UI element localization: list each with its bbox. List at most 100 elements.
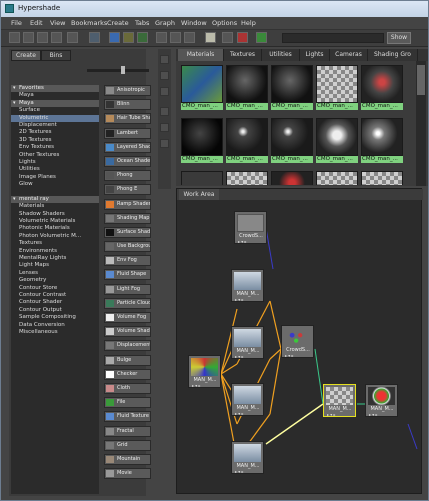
tree-item[interactable]: Env Textures: [11, 144, 99, 151]
tab-utilities[interactable]: Utilities: [262, 49, 300, 61]
material-swatch[interactable]: CMO_man_...: [226, 118, 268, 163]
shading-node[interactable]: CrowdS... ▸ ▾ ▸: [281, 325, 314, 358]
tree-item[interactable]: Photonic Materials: [11, 225, 99, 232]
tree-category[interactable]: ▾ Favorites: [11, 85, 99, 93]
material-scrollbar[interactable]: [416, 61, 426, 186]
tree-item[interactable]: Shadow Shaders: [11, 211, 99, 218]
material-swatch[interactable]: [316, 171, 358, 185]
view-icon-1[interactable]: [160, 55, 169, 64]
tab-bins[interactable]: Bins: [41, 50, 71, 61]
scrollbar-thumb[interactable]: [417, 65, 425, 95]
node-ports-icon[interactable]: ▸ ▾ ▸: [235, 355, 261, 359]
layout-split-icon[interactable]: [67, 32, 78, 43]
output-connections-icon[interactable]: [184, 32, 195, 43]
tree-item[interactable]: Photon Volumetric M...: [11, 233, 99, 240]
menu-help[interactable]: Help: [241, 19, 256, 27]
input-connections-icon[interactable]: [156, 32, 167, 43]
tree-item[interactable]: 2D Textures: [11, 129, 99, 136]
create-node-button[interactable]: Env Fog: [104, 255, 151, 267]
create-node-button[interactable]: Phong E: [104, 184, 151, 196]
material-swatch[interactable]: [271, 171, 313, 185]
tree-item[interactable]: Maya: [11, 92, 99, 99]
tree-item[interactable]: Volumetric Materials: [11, 218, 99, 225]
material-swatch[interactable]: CMO_man_...: [271, 65, 313, 110]
shading-node[interactable]: CrowdS... ▸ ▾ ▸: [234, 211, 267, 244]
tree-item[interactable]: Image Planes: [11, 174, 99, 181]
create-node-button[interactable]: Cloth: [104, 382, 151, 394]
view-icon-5[interactable]: [160, 123, 169, 132]
material-swatch[interactable]: CMO_man_...: [361, 118, 403, 163]
node-ports-icon[interactable]: ▸ ▾ ▸: [327, 413, 353, 417]
material-swatch[interactable]: CMO_man_...: [226, 65, 268, 110]
create-node-button[interactable]: Checker: [104, 368, 151, 380]
tree-item[interactable]: MentalRay Lights: [11, 255, 99, 262]
create-node-button[interactable]: Surface Shader: [104, 226, 151, 238]
menu-create[interactable]: Create: [107, 19, 129, 27]
material-swatch[interactable]: CMO_man_...: [181, 118, 223, 163]
render-icon[interactable]: [205, 32, 216, 43]
layout-bottom-icon[interactable]: [37, 32, 48, 43]
create-node-button[interactable]: Particle Cloud: [104, 297, 151, 309]
tree-item[interactable]: 3D Textures: [11, 137, 99, 144]
menu-window[interactable]: Window: [181, 19, 207, 27]
create-node-button[interactable]: Fluid Texture 2D: [104, 411, 151, 423]
node-ports-icon[interactable]: ▸ ▾ ▸: [235, 470, 261, 474]
layout-top-icon[interactable]: [23, 32, 34, 43]
shading-node[interactable]: MAN_M... ▸ ▾ ▸: [231, 383, 264, 416]
menu-file[interactable]: File: [11, 19, 22, 27]
grid-view-icon[interactable]: [89, 32, 100, 43]
shading-node[interactable]: MAN_M... ▸ ▾ ▸: [231, 269, 264, 302]
tree-item[interactable]: Utilities: [11, 166, 99, 173]
view-icon-4[interactable]: [160, 107, 169, 116]
node-ports-icon[interactable]: ▸ ▾ ▸: [285, 354, 311, 358]
create-node-button[interactable]: Volume Fog: [104, 312, 151, 323]
graph-materials-icon[interactable]: [109, 32, 120, 43]
tree-item[interactable]: Environments: [11, 248, 99, 255]
tree-item[interactable]: Lights: [11, 159, 99, 166]
ipr-icon[interactable]: [222, 32, 233, 43]
create-node-button[interactable]: Volume Shader: [104, 326, 151, 338]
tab-textures[interactable]: Textures: [224, 49, 262, 61]
create-node-button[interactable]: File: [104, 397, 151, 409]
tree-item[interactable]: Volumetric: [11, 114, 99, 122]
menu-tabs[interactable]: Tabs: [135, 19, 149, 27]
create-node-button[interactable]: Use Background: [104, 241, 151, 253]
tree-item[interactable]: Contour Store: [11, 285, 99, 292]
tree-item[interactable]: Geometry: [11, 277, 99, 284]
tree-item[interactable]: Contour Contrast: [11, 292, 99, 299]
create-node-button[interactable]: Ocean Shader: [104, 155, 151, 167]
in-out-connections-icon[interactable]: [170, 32, 181, 43]
material-swatch[interactable]: CMO_man_...: [361, 65, 403, 110]
view-icon-2[interactable]: [160, 71, 169, 80]
toggle-create-bar-icon[interactable]: [9, 32, 20, 43]
create-node-button[interactable]: Ramp Shader: [104, 198, 151, 210]
menu-view[interactable]: View: [50, 19, 65, 27]
snapshot-icon[interactable]: [256, 32, 267, 43]
material-swatch[interactable]: CMO_man_...: [181, 65, 223, 110]
menu-graph[interactable]: Graph: [155, 19, 175, 27]
create-node-button[interactable]: Bulge: [104, 354, 151, 366]
node-ports-icon[interactable]: ▸ ▾ ▸: [235, 298, 261, 302]
create-node-button[interactable]: Mountain: [104, 453, 151, 465]
tree-item[interactable]: Light Maps: [11, 262, 99, 269]
menu-options[interactable]: Options: [212, 19, 237, 27]
create-node-button[interactable]: Movie: [104, 468, 151, 480]
node-ports-icon[interactable]: ▸ ▾ ▸: [192, 384, 218, 388]
rearrange-icon[interactable]: [137, 32, 148, 43]
view-icon-6[interactable]: [160, 139, 169, 148]
tab-materials[interactable]: Materials: [178, 49, 224, 61]
tab-create[interactable]: Create: [11, 50, 41, 61]
tree-item[interactable]: Sample Compositing: [11, 314, 99, 321]
material-swatch[interactable]: CMO_man_...: [316, 65, 358, 110]
node-ports-icon[interactable]: ▸ ▾ ▸: [235, 412, 261, 416]
create-node-button[interactable]: Blinn: [104, 99, 151, 111]
show-button[interactable]: Show: [387, 32, 411, 44]
stop-icon[interactable]: [237, 32, 248, 43]
shading-node[interactable]: MAN_M... ▸ ▾ ▸: [365, 384, 398, 417]
tree-item[interactable]: Displacement: [11, 122, 99, 129]
create-node-button[interactable]: Hair Tube Shader: [104, 113, 151, 125]
tree-item[interactable]: Data Conversion: [11, 322, 99, 329]
node-ports-icon[interactable]: ▸ ▾ ▸: [369, 413, 395, 417]
menu-edit[interactable]: Edit: [30, 19, 43, 27]
node-ports-icon[interactable]: ▸ ▾ ▸: [238, 240, 264, 244]
